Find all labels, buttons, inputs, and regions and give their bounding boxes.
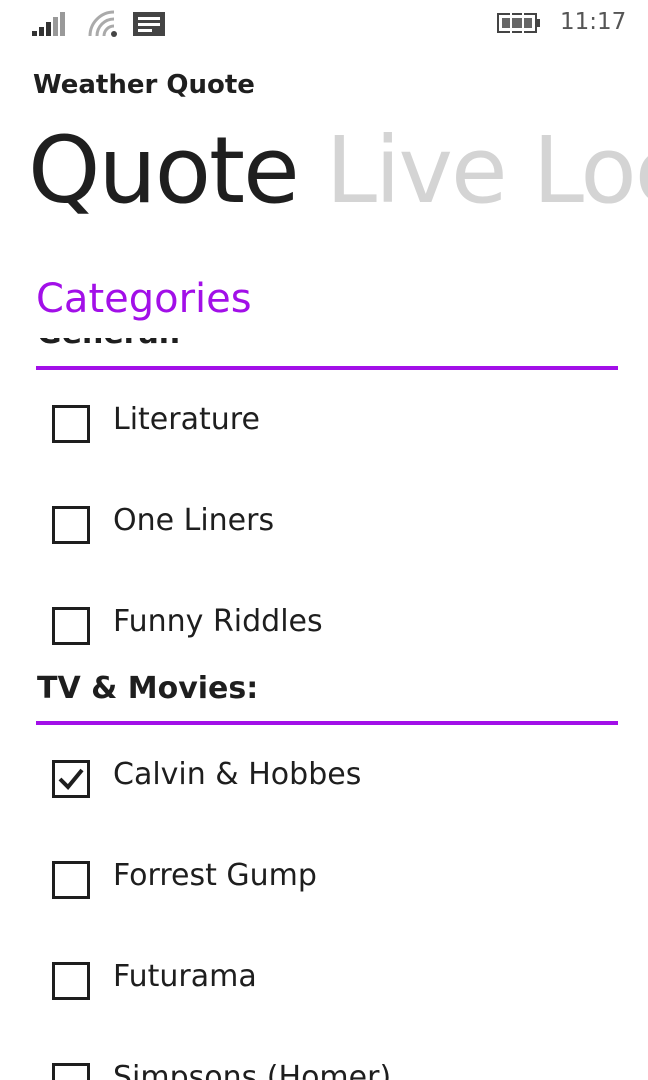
checkbox[interactable] — [52, 405, 90, 443]
list-item-forrest-gump[interactable]: Forrest Gump — [52, 852, 612, 912]
tab-quote[interactable]: Quote — [28, 116, 300, 226]
list-item-literature[interactable]: Literature — [52, 396, 612, 456]
list-item-calvin-hobbes[interactable]: Calvin & Hobbes — [52, 751, 612, 811]
item-label: Forrest Gump — [113, 858, 317, 893]
checkbox[interactable] — [52, 1063, 90, 1080]
list-item-simpsons-homer[interactable]: Simpsons (Homer) — [52, 1054, 612, 1080]
item-label: Calvin & Hobbes — [113, 757, 362, 792]
checkbox[interactable] — [52, 962, 90, 1000]
message-icon — [133, 12, 165, 36]
checkbox[interactable] — [52, 861, 90, 899]
status-time: 11:17 — [560, 9, 627, 35]
group-header-general: General: — [37, 338, 181, 351]
checkmark-icon — [58, 768, 84, 790]
checkbox[interactable] — [52, 506, 90, 544]
list-item-one-liners[interactable]: One Liners — [52, 497, 612, 557]
item-label: Literature — [113, 402, 260, 437]
pivot-header: Quote Live Loc — [28, 116, 648, 226]
tab-live-loc[interactable]: Live Loc — [326, 116, 648, 226]
categories-list[interactable]: General: Literature One Liners Funny Rid… — [0, 338, 648, 1080]
group-divider — [36, 721, 618, 725]
app-screen: 11:17 Weather Quote Quote Live Loc Catego… — [0, 0, 648, 1080]
item-label: Futurama — [113, 959, 257, 994]
item-label: Simpsons (Homer) — [113, 1060, 392, 1080]
status-bar: 11:17 — [0, 0, 648, 46]
wifi-icon — [88, 10, 117, 37]
checkbox[interactable] — [52, 607, 90, 645]
group-header-tv-movies: TV & Movies: — [37, 671, 259, 706]
list-item-funny-riddles[interactable]: Funny Riddles — [52, 598, 612, 658]
signal-icon — [32, 10, 74, 36]
checkbox-checked[interactable] — [52, 760, 90, 798]
app-title: Weather Quote — [33, 70, 255, 100]
item-label: One Liners — [113, 503, 275, 538]
battery-icon — [497, 13, 540, 33]
categories-title: Categories — [36, 276, 252, 322]
item-label: Funny Riddles — [113, 604, 323, 639]
list-item-futurama[interactable]: Futurama — [52, 953, 612, 1013]
group-divider — [36, 366, 618, 370]
